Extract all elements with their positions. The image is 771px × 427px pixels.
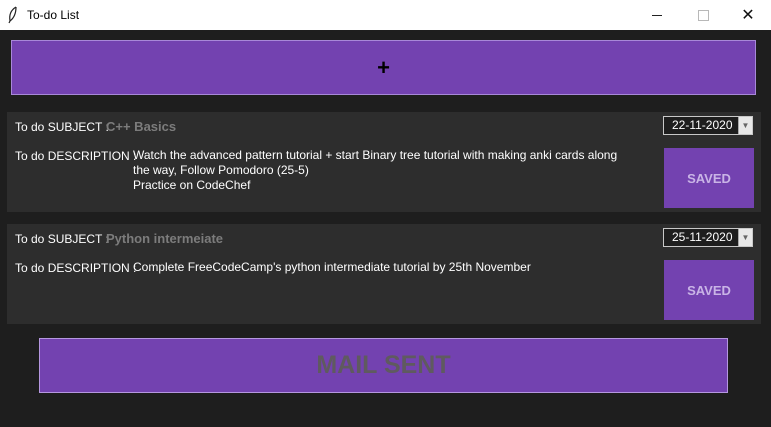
todo-card: To do SUBJECT : C++ Basics To do DESCRIP… [7,112,761,212]
date-picker[interactable]: 22-11-2020 ▼ [663,116,753,135]
subject-label: To do SUBJECT : [15,232,109,246]
description-line: Complete FreeCodeCamp's python intermedi… [133,260,531,274]
description-line: Practice on CodeChef [133,178,251,192]
maximize-button[interactable] [680,0,726,30]
todo-card: To do SUBJECT : Python intermeiate To do… [7,224,761,324]
subject-label: To do SUBJECT : [15,120,109,134]
description-line: Watch the advanced pattern tutorial + st… [133,148,618,162]
minimize-button[interactable] [634,0,680,30]
saved-button[interactable]: SAVED [664,148,754,208]
chevron-down-icon[interactable]: ▼ [738,117,752,134]
window-title: To-do List [27,8,80,22]
close-button[interactable]: ✕ [725,0,771,30]
description-label: To do DESCRIPTION : [15,261,137,275]
add-todo-button[interactable]: + [11,40,756,95]
chevron-down-icon[interactable]: ▼ [738,229,752,246]
maximize-icon [697,9,709,21]
date-value: 25-11-2020 [672,230,733,244]
date-value: 22-11-2020 [672,118,733,132]
description-line: the way, Follow Pomodoro (25-5) [133,163,309,177]
mail-sent-button[interactable]: MAIL SENT [39,338,728,393]
minimize-icon [652,14,662,16]
description-field[interactable]: Watch the advanced pattern tutorial + st… [133,148,643,193]
title-bar: To-do List ✕ [0,0,771,30]
date-picker[interactable]: 25-11-2020 ▼ [663,228,753,247]
saved-button[interactable]: SAVED [664,260,754,320]
feather-icon [7,6,19,24]
close-icon: ✕ [741,7,755,24]
description-field[interactable]: Complete FreeCodeCamp's python intermedi… [133,260,643,275]
description-label: To do DESCRIPTION : [15,149,137,163]
subject-field[interactable]: Python intermeiate [106,231,223,246]
subject-field[interactable]: C++ Basics [106,119,176,134]
